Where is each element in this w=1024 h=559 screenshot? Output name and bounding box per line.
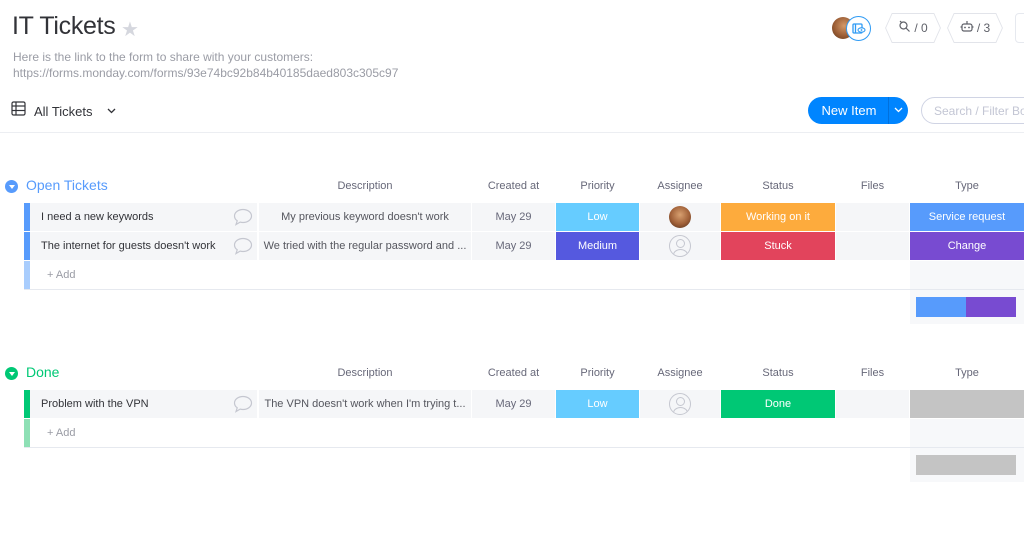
activity-count: / 0: [914, 21, 928, 35]
group-summary: [0, 290, 1024, 324]
column-header-priority[interactable]: Priority: [556, 367, 639, 379]
view-label: All Tickets: [34, 103, 93, 119]
assignee-cell[interactable]: [640, 203, 720, 231]
comment-icon[interactable]: [233, 208, 253, 229]
column-header-created-at[interactable]: Created at: [472, 180, 555, 192]
bots-count: / 3: [976, 21, 991, 35]
add-item-row[interactable]: + Add: [24, 261, 1024, 290]
comment-icon[interactable]: [233, 395, 253, 416]
group-title[interactable]: Done: [26, 364, 59, 380]
files-cell[interactable]: [836, 203, 909, 231]
assignee-cell[interactable]: [640, 232, 720, 260]
add-item-input[interactable]: + Add: [47, 427, 75, 439]
board-title: IT Tickets: [12, 12, 116, 40]
column-header-description[interactable]: Description: [309, 180, 421, 192]
new-item-label[interactable]: New Item: [808, 103, 888, 118]
activity-icon: [898, 20, 911, 36]
item-name-cell[interactable]: Problem with the VPN: [30, 390, 257, 418]
favorite-star-icon[interactable]: ★: [121, 17, 139, 42]
add-item-input[interactable]: + Add: [47, 269, 75, 281]
column-header-assignee[interactable]: Assignee: [640, 367, 720, 379]
chevron-down-icon[interactable]: [107, 106, 116, 117]
column-header-created-at[interactable]: Created at: [472, 367, 555, 379]
type-summary-bar[interactable]: [916, 455, 1016, 475]
chevron-down-icon[interactable]: [889, 105, 908, 116]
item-name: Problem with the VPN: [41, 398, 149, 410]
column-header-assignee[interactable]: Assignee: [640, 180, 720, 192]
type-column-bg: [910, 419, 1024, 447]
type-cell[interactable]: Service request: [910, 203, 1024, 231]
files-cell[interactable]: [836, 390, 909, 418]
group-done: Done Description Created at Priority Ass…: [0, 362, 1024, 482]
column-header-files[interactable]: Files: [836, 180, 909, 192]
priority-cell[interactable]: Low: [556, 203, 639, 231]
board-members[interactable]: [832, 16, 872, 41]
column-header-type[interactable]: Type: [910, 367, 1024, 379]
files-cell[interactable]: [836, 232, 909, 260]
table-icon: [11, 101, 26, 121]
row-color-bar: [24, 261, 30, 289]
group-title[interactable]: Open Tickets: [26, 177, 108, 193]
automations-button[interactable]: / 3: [947, 13, 1003, 43]
created-at-cell: May 29: [472, 390, 555, 418]
more-button[interactable]: [1015, 13, 1024, 43]
group-collapse-icon[interactable]: [5, 367, 18, 380]
group-header: Done Description Created at Priority Ass…: [0, 362, 1024, 384]
table-row[interactable]: The internet for guests doesn't work We …: [24, 232, 1024, 261]
column-header-status[interactable]: Status: [721, 180, 835, 192]
type-summary-bar[interactable]: [916, 297, 1016, 317]
search-input[interactable]: Search / Filter Bo: [921, 97, 1024, 124]
summary-segment-empty: [916, 455, 1016, 475]
column-header-type[interactable]: Type: [910, 180, 1024, 192]
group-open-tickets: Open Tickets Description Created at Prio…: [0, 175, 1024, 324]
column-header-status[interactable]: Status: [721, 367, 835, 379]
priority-cell[interactable]: Low: [556, 390, 639, 418]
created-at-cell: May 29: [472, 203, 555, 231]
type-cell[interactable]: Change: [910, 232, 1024, 260]
group-collapse-icon[interactable]: [5, 180, 18, 193]
item-name-cell[interactable]: I need a new keywords: [30, 203, 257, 231]
header-divider: [0, 132, 1024, 133]
board-description: Here is the link to the form to share wi…: [13, 50, 314, 64]
viewer-icon[interactable]: [846, 16, 871, 41]
robot-icon: [960, 20, 974, 36]
view-selector[interactable]: All Tickets: [11, 101, 116, 121]
status-cell[interactable]: Working on it: [721, 203, 835, 231]
empty-user-icon: [669, 235, 691, 257]
type-cell[interactable]: [910, 390, 1024, 418]
table-row[interactable]: I need a new keywords My previous keywor…: [24, 203, 1024, 232]
avatar: [669, 206, 691, 228]
column-header-description[interactable]: Description: [309, 367, 421, 379]
description-cell[interactable]: We tried with the regular password and .…: [259, 232, 471, 260]
column-header-files[interactable]: Files: [836, 367, 909, 379]
group-summary: [0, 448, 1024, 482]
empty-user-icon: [669, 393, 691, 415]
item-name-cell[interactable]: The internet for guests doesn't work: [30, 232, 257, 260]
item-name: The internet for guests doesn't work: [41, 240, 216, 252]
form-link[interactable]: https://forms.monday.com/forms/93e74bc92…: [13, 66, 398, 80]
created-at-cell: May 29: [472, 232, 555, 260]
column-header-priority[interactable]: Priority: [556, 180, 639, 192]
activity-button[interactable]: / 0: [885, 13, 941, 43]
item-name: I need a new keywords: [41, 211, 154, 223]
type-column-bg: [910, 261, 1024, 289]
new-item-button[interactable]: New Item: [808, 97, 908, 124]
status-cell[interactable]: Done: [721, 390, 835, 418]
summary-segment-service-request: [916, 297, 966, 317]
comment-icon[interactable]: [233, 237, 253, 258]
summary-segment-change: [966, 297, 1016, 317]
row-color-bar: [24, 419, 30, 447]
table-row[interactable]: Problem with the VPN The VPN doesn't wor…: [24, 390, 1024, 419]
status-cell[interactable]: Stuck: [721, 232, 835, 260]
description-cell[interactable]: The VPN doesn't work when I'm trying t..…: [259, 390, 471, 418]
priority-cell[interactable]: Medium: [556, 232, 639, 260]
group-header: Open Tickets Description Created at Prio…: [0, 175, 1024, 197]
description-cell[interactable]: My previous keyword doesn't work: [259, 203, 471, 231]
assignee-cell[interactable]: [640, 390, 720, 418]
add-item-row[interactable]: + Add: [24, 419, 1024, 448]
